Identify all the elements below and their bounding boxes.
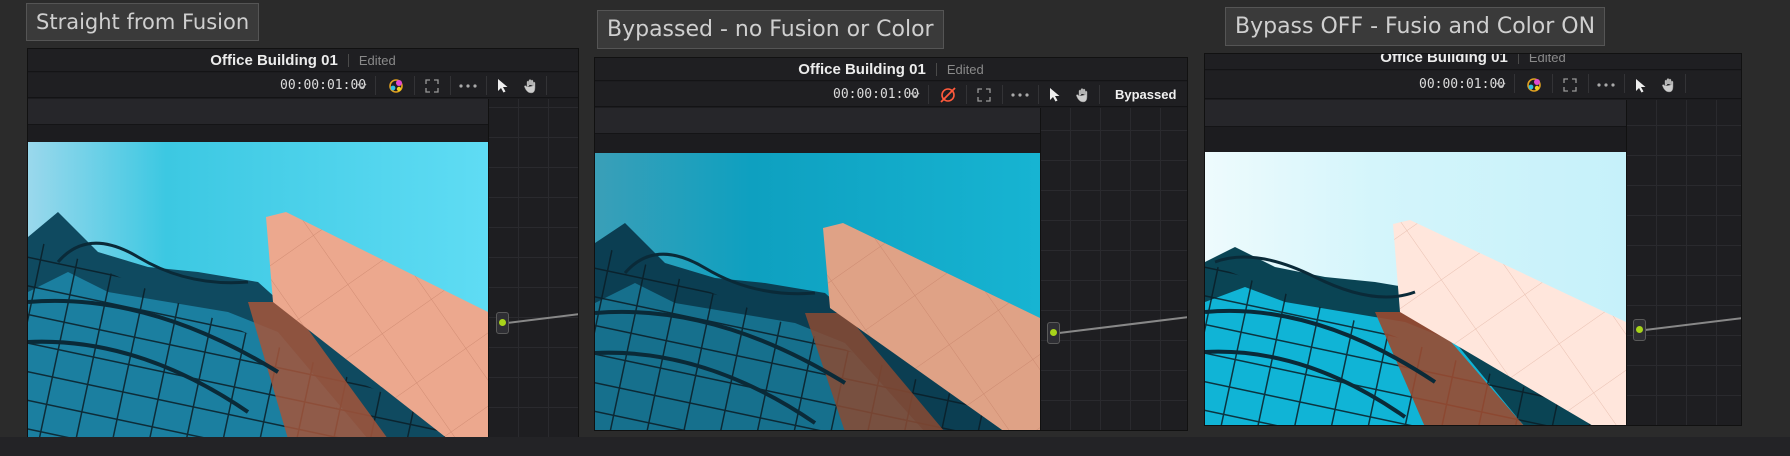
toolbar-divider	[1552, 74, 1553, 93]
viewer-panel-fusion: Office Building 01 Edited 00:00:01:00	[27, 48, 579, 438]
clip-name: Office Building 01	[210, 51, 338, 69]
bottom-strip	[0, 437, 1790, 456]
toolbar-divider	[450, 76, 451, 95]
toolbar-divider	[1038, 85, 1039, 104]
toolbar-divider	[1624, 74, 1625, 93]
node-editor-panel	[488, 99, 578, 437]
viewer-subbar	[28, 99, 488, 125]
viewer-panel-bypass-off: Office Building 01 Edited 00:00:01:00	[1204, 53, 1742, 426]
viewer-toolbar: 00:00:01:00	[1205, 71, 1741, 99]
toolbar-divider	[928, 85, 929, 104]
node-editor-panel	[1040, 108, 1187, 430]
pointer-tool-icon[interactable]	[494, 73, 512, 98]
fullscreen-icon[interactable]	[1557, 71, 1583, 99]
bypassed-status: Bypassed	[1115, 87, 1177, 102]
viewer-image	[28, 142, 488, 437]
toolbar-divider	[414, 76, 415, 95]
more-options-icon[interactable]	[1007, 82, 1033, 107]
toolbar-divider	[546, 76, 547, 95]
viewer-subbar	[1205, 100, 1626, 127]
viewer-image	[1205, 152, 1626, 425]
viewer-toolbar: 00:00:01:00	[28, 73, 578, 98]
toolbar-divider	[1002, 85, 1003, 104]
caption-bypassed: Bypassed - no Fusion or Color	[597, 10, 944, 49]
hand-tool-icon[interactable]	[1659, 71, 1679, 99]
timecode-chevron-down-icon[interactable]	[908, 82, 922, 107]
edited-status: Edited	[358, 52, 396, 68]
timecode-display[interactable]: 00:00:01:00	[1419, 77, 1505, 92]
hand-tool-icon[interactable]	[1073, 82, 1093, 107]
edited-status: Edited	[946, 61, 984, 77]
toolbar-divider	[966, 85, 967, 104]
node-output[interactable]	[1633, 319, 1646, 341]
viewer-panel-bypassed: Office Building 01 Edited 00:00:01:00 By…	[594, 57, 1188, 431]
fullscreen-icon[interactable]	[419, 73, 445, 98]
title-separator	[347, 53, 349, 67]
color-bypass-off-icon[interactable]	[935, 82, 961, 107]
clip-name: Office Building 01	[798, 60, 926, 78]
caption-bypass-off: Bypass OFF - Fusio and Color ON	[1225, 7, 1606, 46]
toolbar-divider	[1685, 74, 1686, 93]
title-separator	[1517, 54, 1519, 64]
toolbar-divider	[1514, 74, 1515, 93]
node-editor-panel	[1626, 100, 1741, 425]
viewer-title-bar: Office Building 01 Edited	[1205, 53, 1741, 70]
viewer-title-bar: Office Building 01 Edited	[28, 49, 578, 72]
timecode-display[interactable]: 00:00:01:00	[280, 78, 366, 93]
node-output[interactable]	[496, 312, 509, 334]
color-bypass-icon[interactable]	[383, 73, 409, 98]
fullscreen-icon[interactable]	[971, 82, 997, 107]
more-options-icon[interactable]	[1593, 71, 1619, 99]
clip-name: Office Building 01	[1380, 53, 1508, 66]
toolbar-divider	[1099, 85, 1100, 104]
viewer-image	[595, 153, 1040, 430]
edited-status: Edited	[1528, 53, 1566, 65]
pointer-tool-icon[interactable]	[1632, 71, 1650, 99]
pointer-tool-icon[interactable]	[1046, 82, 1064, 107]
timecode-display[interactable]: 00:00:01:00	[833, 87, 919, 102]
timecode-chevron-down-icon[interactable]	[1494, 71, 1508, 99]
title-separator	[935, 62, 937, 76]
viewer-title-bar: Office Building 01 Edited	[595, 58, 1187, 81]
viewer-toolbar: 00:00:01:00 Bypassed	[595, 82, 1187, 107]
node-output[interactable]	[1047, 322, 1060, 344]
color-bypass-icon[interactable]	[1521, 71, 1547, 99]
hand-tool-icon[interactable]	[521, 73, 541, 98]
toolbar-divider	[1588, 74, 1589, 93]
viewer-subbar	[595, 108, 1040, 134]
caption-straight-from-fusion: Straight from Fusion	[26, 3, 260, 41]
toolbar-divider	[486, 76, 487, 95]
more-options-icon[interactable]	[455, 73, 481, 98]
timecode-chevron-down-icon[interactable]	[355, 73, 369, 98]
toolbar-divider	[375, 76, 376, 95]
